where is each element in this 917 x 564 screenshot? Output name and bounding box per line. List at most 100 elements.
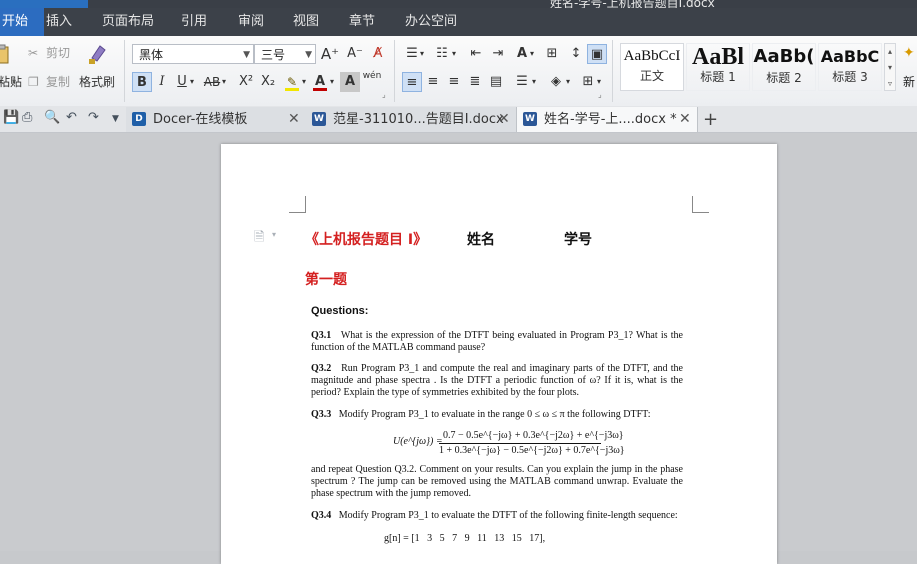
font-color-dropdown-icon[interactable]: ▾ bbox=[330, 73, 334, 91]
style-normal[interactable]: AaBbCcI 正文 bbox=[620, 43, 684, 91]
paragraph-dialog-launcher-icon[interactable]: ⌟ bbox=[598, 86, 602, 104]
tab-docer[interactable]: D Docer-在线模板 ✕ bbox=[126, 107, 307, 132]
chevron-down-icon[interactable]: ▾ bbox=[272, 230, 276, 239]
divider bbox=[124, 40, 125, 102]
quick-access-dropdown-icon[interactable]: ▼ bbox=[112, 114, 119, 124]
shrink-font-button[interactable]: A⁻ bbox=[345, 44, 365, 64]
question-number: Q3.2 bbox=[311, 363, 332, 374]
cut-button[interactable]: 剪切 bbox=[46, 44, 70, 62]
style-heading-3[interactable]: AaBbC 标题 3 bbox=[818, 43, 882, 91]
decrease-indent-icon[interactable]: ⇤ bbox=[466, 44, 486, 64]
shading-dropdown-icon[interactable]: ▾ bbox=[566, 73, 570, 91]
menu-insert[interactable]: 插入 bbox=[46, 8, 72, 36]
align-right-icon[interactable]: ≡ bbox=[444, 72, 464, 92]
copy-button[interactable]: 复制 bbox=[46, 73, 70, 91]
numbered-dropdown-icon[interactable]: ▾ bbox=[452, 45, 456, 63]
align-center-icon[interactable]: ≡ bbox=[423, 72, 443, 92]
highlight-button[interactable]: ✎ bbox=[282, 72, 302, 92]
style-heading-1[interactable]: AaBl 标题 1 bbox=[686, 43, 750, 91]
font-size-select[interactable]: 三号 ▼ bbox=[254, 44, 316, 64]
table-icon[interactable]: ⊞ bbox=[542, 44, 562, 64]
shading-icon[interactable]: ◈ bbox=[546, 72, 566, 92]
highlight-icon: ✎ bbox=[286, 75, 298, 89]
font-dialog-launcher-icon[interactable]: ⌟ bbox=[382, 86, 386, 104]
word-doc-icon: W bbox=[523, 112, 537, 126]
print-preview-icon[interactable]: 🔍 bbox=[44, 110, 60, 125]
bullet-list-icon[interactable]: ☰ bbox=[402, 44, 422, 64]
phonetic-guide-button[interactable]: wén bbox=[362, 70, 382, 90]
subscript-button[interactable]: X₂ bbox=[258, 72, 278, 92]
tab-label: 范星-311010...告题目I.docx bbox=[333, 112, 504, 127]
borders-icon[interactable]: ⊞ bbox=[578, 72, 598, 92]
menu-office-space[interactable]: 办公空间 bbox=[405, 8, 457, 36]
close-icon[interactable]: ✕ bbox=[288, 107, 300, 132]
underline-button[interactable]: U bbox=[172, 72, 192, 92]
redo-icon[interactable]: ↷ bbox=[88, 110, 99, 125]
close-icon[interactable]: ✕ bbox=[498, 107, 510, 132]
new-tab-icon[interactable]: + bbox=[703, 107, 718, 132]
strikethrough-button[interactable]: AB bbox=[201, 72, 223, 92]
grow-font-button[interactable]: A⁺ bbox=[320, 44, 340, 64]
paste-label[interactable]: 粘贴 bbox=[0, 73, 22, 91]
menu-page-layout[interactable]: 页面布局 bbox=[102, 8, 154, 36]
tab-label: Docer-在线模板 bbox=[153, 112, 248, 127]
numbered-list-icon[interactable]: ☷ bbox=[432, 44, 452, 64]
font-color-button[interactable]: A bbox=[310, 72, 330, 92]
style-preview: AaBl bbox=[691, 44, 744, 70]
tab-document-active[interactable]: W 姓名-学号-上....docx * ✕ bbox=[517, 107, 698, 132]
question-text: Modify Program P3_1 to evaluate the DTFT… bbox=[338, 510, 678, 521]
new-style-icon: ✦ bbox=[903, 45, 915, 61]
document-page[interactable]: 🗎 ▾ 《上机报告题目 I》 姓名 学号 第一题 Questions: Q3.1… bbox=[221, 144, 777, 564]
distributed-align-icon[interactable]: ▤ bbox=[486, 72, 506, 92]
sort-icon[interactable]: ↕ bbox=[566, 44, 586, 64]
equation-numerator: 0.7 − 0.5e^{−jω} + 0.3e^{−j2ω} + e^{−j3ω… bbox=[443, 430, 624, 441]
align-left-icon[interactable]: ≡ bbox=[402, 72, 422, 92]
highlight-dropdown-icon[interactable]: ▾ bbox=[302, 73, 306, 91]
question-q3-3-continued: and repeat Question Q3.2. Comment on you… bbox=[311, 464, 683, 499]
margin-mark bbox=[692, 196, 709, 213]
menu-chapter[interactable]: 章节 bbox=[349, 8, 375, 36]
underline-dropdown-icon[interactable]: ▾ bbox=[190, 73, 194, 91]
style-preview: AaBbCcI bbox=[623, 48, 681, 64]
undo-icon[interactable]: ↶ bbox=[66, 110, 77, 125]
sequence-equation: g[n] = [1 3 5 7 9 11 13 15 17], bbox=[384, 533, 546, 544]
style-name: 正文 bbox=[639, 69, 664, 83]
line-spacing-icon[interactable]: ☰ bbox=[512, 72, 532, 92]
bullet-dropdown-icon[interactable]: ▾ bbox=[420, 45, 424, 63]
question-number: Q3.4 bbox=[311, 510, 332, 521]
app-menu-tab[interactable] bbox=[0, 0, 88, 8]
paste-dropdown-icon[interactable]: ▾ bbox=[12, 73, 16, 91]
bold-button[interactable]: B bbox=[132, 72, 152, 92]
tab-document-2[interactable]: W 范星-311010...告题目I.docx ✕ bbox=[306, 107, 517, 132]
justify-icon[interactable]: ≣ bbox=[465, 72, 485, 92]
style-name: 标题 3 bbox=[832, 70, 868, 84]
paragraph-handle-icon[interactable]: 🗎 bbox=[254, 228, 264, 250]
show-marks-icon[interactable]: ▣ bbox=[587, 44, 607, 64]
question-number: Q3.3 bbox=[311, 409, 332, 420]
increase-indent-icon[interactable]: ⇥ bbox=[488, 44, 508, 64]
close-icon[interactable]: ✕ bbox=[679, 107, 691, 132]
italic-button[interactable]: I bbox=[152, 72, 172, 92]
print-icon[interactable]: ⎙ bbox=[22, 110, 32, 125]
menu-review[interactable]: 审阅 bbox=[238, 8, 264, 36]
format-painter-button[interactable]: 格式刷 bbox=[79, 73, 115, 91]
menu-view[interactable]: 视图 bbox=[293, 8, 319, 36]
line-spacing-dropdown-icon[interactable]: ▾ bbox=[532, 73, 536, 91]
style-heading-2[interactable]: AaBb( 标题 2 bbox=[752, 43, 816, 91]
menu-home[interactable]: 开始 bbox=[0, 8, 44, 36]
font-name-select[interactable]: 黑体 ▼ bbox=[132, 44, 254, 64]
clear-format-icon[interactable]: A̸ bbox=[368, 44, 388, 64]
menu-references[interactable]: 引用 bbox=[181, 8, 207, 36]
text-direction-dropdown-icon[interactable]: ▾ bbox=[530, 45, 534, 63]
styles-scroll[interactable]: ▴ ▾ ▿ bbox=[884, 43, 896, 91]
strike-dropdown-icon[interactable]: ▾ bbox=[222, 73, 226, 91]
text-direction-icon[interactable]: A bbox=[512, 44, 532, 64]
chevron-down-icon: ▼ bbox=[305, 50, 312, 60]
title-bar: 姓名-学号-上机报告题目I.docx bbox=[0, 0, 917, 10]
superscript-button[interactable]: X² bbox=[236, 72, 256, 92]
save-icon[interactable]: 💾 bbox=[3, 110, 19, 125]
new-style-button[interactable]: 新 bbox=[903, 73, 915, 90]
question-number: Q3.1 bbox=[311, 330, 332, 341]
paste-button[interactable] bbox=[0, 44, 12, 68]
char-shading-button[interactable]: A bbox=[340, 72, 360, 92]
